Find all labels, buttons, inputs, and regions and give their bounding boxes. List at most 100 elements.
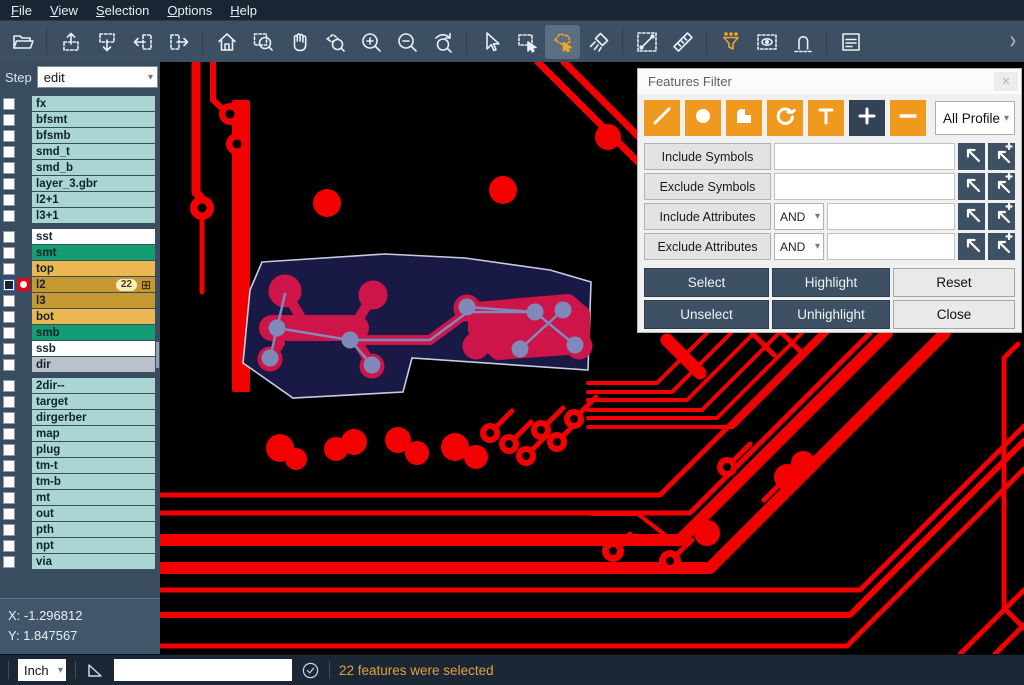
- layer-row-sst[interactable]: sst: [0, 229, 160, 244]
- layer-label[interactable]: bfsmb: [32, 128, 155, 143]
- layer-row-smt[interactable]: smt: [0, 245, 160, 260]
- layer-visibility-checkbox[interactable]: [3, 114, 15, 126]
- layer-visibility-checkbox[interactable]: [3, 98, 15, 110]
- layer-row-l2+1[interactable]: l2+1: [0, 192, 160, 207]
- layer-row-smb[interactable]: smb: [0, 325, 160, 340]
- layer-row-l3[interactable]: l3: [0, 293, 160, 308]
- layer-label[interactable]: sst: [32, 229, 155, 244]
- toolbar-overflow-icon[interactable]: ❯: [1009, 36, 1019, 47]
- layer-row-bfsmt[interactable]: bfsmt: [0, 112, 160, 127]
- include-attributes-button[interactable]: Include Attributes: [644, 203, 771, 230]
- snap-button[interactable]: [785, 25, 820, 59]
- layer-label[interactable]: map: [32, 426, 155, 441]
- pan-right-button[interactable]: [161, 25, 196, 59]
- exclude-attributes-button[interactable]: Exclude Attributes: [644, 233, 771, 260]
- layer-row-smd_b[interactable]: smd_b: [0, 160, 160, 175]
- layer-row-l3+1[interactable]: l3+1: [0, 208, 160, 223]
- features-filter-button[interactable]: [713, 25, 748, 59]
- scrollbar-thumb[interactable]: [156, 342, 159, 368]
- layer-row-layer_3.gbr[interactable]: layer_3.gbr: [0, 176, 160, 191]
- layer-row-via[interactable]: via: [0, 554, 160, 569]
- filter-add-button[interactable]: [849, 100, 885, 136]
- layer-row-dir[interactable]: dir: [0, 357, 160, 372]
- poly-select-button[interactable]: [545, 25, 580, 59]
- highlight-button[interactable]: Highlight: [772, 268, 890, 297]
- layer-label[interactable]: l3: [32, 293, 155, 308]
- layer-label[interactable]: smd_t: [32, 144, 155, 159]
- exclude-symbols-pick-button[interactable]: [958, 173, 985, 200]
- zoom-selection-button[interactable]: [317, 25, 352, 59]
- layer-label[interactable]: l3+1: [32, 208, 155, 223]
- include-attributes-input[interactable]: [827, 203, 955, 230]
- layer-visibility-checkbox[interactable]: [3, 231, 15, 243]
- pcb-canvas[interactable]: Features Filter ✕ All Profile▾ Include S…: [160, 62, 1024, 654]
- layer-label[interactable]: npt: [32, 538, 155, 553]
- layer-row-top[interactable]: top: [0, 261, 160, 276]
- layer-label[interactable]: top: [32, 261, 155, 276]
- layers-panel-button[interactable]: [833, 25, 868, 59]
- layer-row-out[interactable]: out: [0, 506, 160, 521]
- layer-visibility-checkbox[interactable]: [3, 194, 15, 206]
- step-select[interactable]: edit ▾: [37, 66, 158, 88]
- filter-remove-button[interactable]: [890, 100, 926, 136]
- layer-label[interactable]: mt: [32, 490, 155, 505]
- exclude-symbols-input[interactable]: [774, 173, 955, 200]
- layer-visibility-checkbox[interactable]: [3, 396, 15, 408]
- layer-visibility-checkbox[interactable]: [3, 146, 15, 158]
- pan-hand-button[interactable]: [281, 25, 316, 59]
- menu-item-selection[interactable]: Selection: [87, 2, 158, 19]
- layer-row-target[interactable]: target: [0, 394, 160, 409]
- layer-visibility-checkbox[interactable]: [3, 295, 15, 307]
- layer-visibility-checkbox[interactable]: [3, 380, 15, 392]
- layer-label[interactable]: smb: [32, 325, 155, 340]
- ruler-button[interactable]: [665, 25, 700, 59]
- exclude-attributes-pick-add-button[interactable]: [988, 233, 1015, 260]
- layer-visibility-checkbox[interactable]: [3, 444, 15, 456]
- layer-row-tm-b[interactable]: tm-b: [0, 474, 160, 489]
- layer-visibility-checkbox[interactable]: [3, 492, 15, 504]
- pan-left-button[interactable]: [125, 25, 160, 59]
- layer-row-mt[interactable]: mt: [0, 490, 160, 505]
- refresh-icon[interactable]: [301, 661, 320, 680]
- close-icon[interactable]: ✕: [994, 72, 1018, 91]
- layer-label[interactable]: l2+1: [32, 192, 155, 207]
- layer-visibility-checkbox[interactable]: [3, 540, 15, 552]
- layer-visibility-checkbox[interactable]: [3, 556, 15, 568]
- dialog-title-bar[interactable]: Features Filter ✕: [638, 69, 1021, 94]
- layer-row-map[interactable]: map: [0, 426, 160, 441]
- command-input[interactable]: [114, 659, 292, 681]
- rect-select-button[interactable]: [509, 25, 544, 59]
- layer-label[interactable]: via: [32, 554, 155, 569]
- filter-pad-button[interactable]: [685, 100, 721, 136]
- show-box-button[interactable]: [749, 25, 784, 59]
- profile-select[interactable]: All Profile▾: [935, 101, 1015, 135]
- layer-label[interactable]: fx: [32, 96, 155, 111]
- layer-row-ssb[interactable]: ssb: [0, 341, 160, 356]
- exclude-attributes-pick-button[interactable]: [958, 233, 985, 260]
- include-symbols-input[interactable]: [774, 143, 955, 170]
- layer-row-tm-t[interactable]: tm-t: [0, 458, 160, 473]
- layer-visibility-checkbox[interactable]: [3, 428, 15, 440]
- pan-up-button[interactable]: [53, 25, 88, 59]
- include-attributes-pick-button[interactable]: [958, 203, 985, 230]
- layer-row-bot[interactable]: bot: [0, 309, 160, 324]
- include-symbols-button[interactable]: Include Symbols: [644, 143, 771, 170]
- zoom-window-button[interactable]: [245, 25, 280, 59]
- layer-label[interactable]: smd_b: [32, 160, 155, 175]
- layer-visibility-checkbox[interactable]: [3, 178, 15, 190]
- layer-visibility-checkbox[interactable]: [3, 327, 15, 339]
- zoom-in-button[interactable]: [353, 25, 388, 59]
- layer-label[interactable]: bot: [32, 309, 155, 324]
- cleanup-brush-button[interactable]: [581, 25, 616, 59]
- select-button[interactable]: Select: [644, 268, 769, 297]
- filter-line-button[interactable]: [644, 100, 680, 136]
- layer-label[interactable]: ssb: [32, 341, 155, 356]
- layer-label[interactable]: 2dir--: [32, 378, 155, 393]
- layer-label[interactable]: pth: [32, 522, 155, 537]
- layer-label[interactable]: l222⊞: [32, 277, 155, 292]
- layer-visibility-checkbox[interactable]: [3, 279, 15, 291]
- layer-row-pth[interactable]: pth: [0, 522, 160, 537]
- open-file-button[interactable]: [5, 25, 40, 59]
- layer-visibility-checkbox[interactable]: [3, 130, 15, 142]
- layer-row-fx[interactable]: fx: [0, 96, 160, 111]
